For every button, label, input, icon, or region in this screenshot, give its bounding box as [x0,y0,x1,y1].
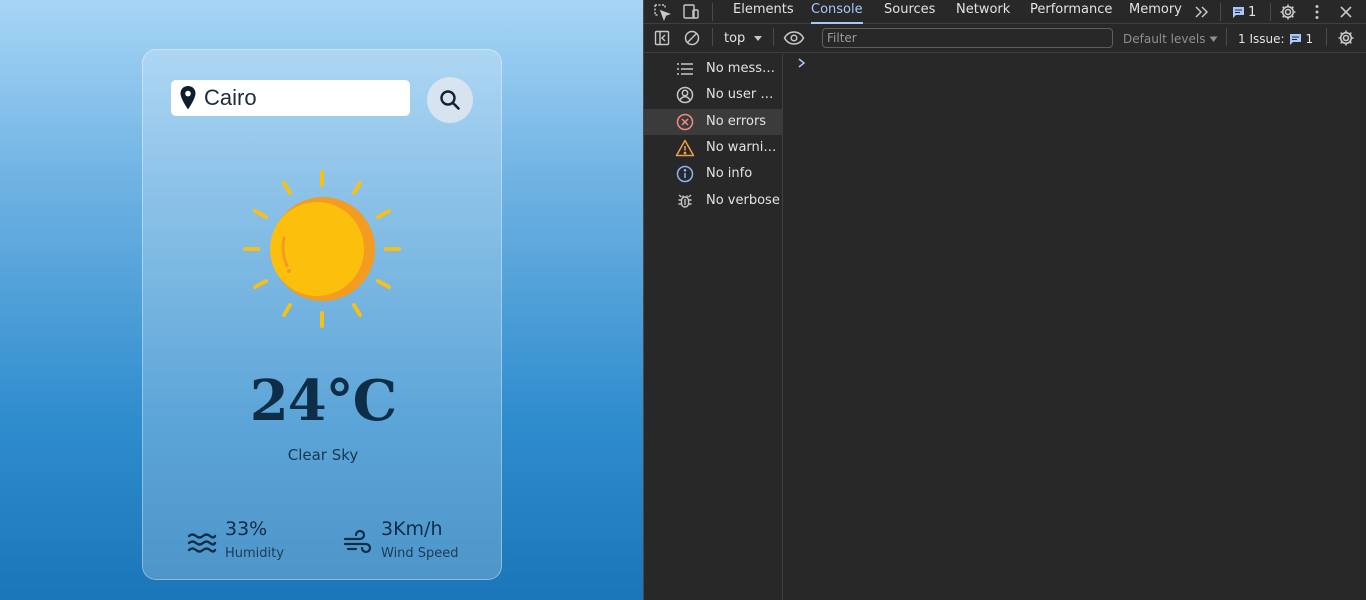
sidebar-item-label: No user messages [706,87,782,102]
toolbar-divider [1226,28,1227,46]
message-icon [1233,6,1244,18]
error-icon [675,113,695,131]
sidebar-item-label: No info [706,166,753,181]
search-icon [440,90,460,110]
live-expression-eye-icon[interactable] [782,28,806,48]
console-sidebar: No messages No user messages No errors N… [644,54,783,600]
devtools-panel: Elements Console Sources Network Perform… [643,0,1366,600]
toolbar-divider [1220,3,1221,21]
message-icon [1289,33,1301,45]
toolbar-divider [773,28,774,46]
sidebar-item-verbose[interactable]: No verbose [644,188,783,214]
tab-memory[interactable]: Memory [1129,0,1182,24]
console-filter-input[interactable] [822,28,1113,48]
issues-counter[interactable]: 1 Issue: 1 [1238,29,1313,49]
search-button[interactable] [427,77,473,123]
weather-description: Clear Sky [287,446,359,464]
device-toolbar-icon[interactable] [681,2,701,22]
toolbar-divider [712,3,713,21]
tab-network[interactable]: Network [956,0,1010,24]
weather-card: 24°C Clear Sky 33% Humidity 3Km [142,49,502,580]
warning-icon [675,139,695,157]
console-settings-gear-icon[interactable] [1336,28,1356,48]
sidebar-item-user-messages[interactable]: No user messages [644,82,783,108]
toolbar-divider [1326,28,1327,46]
humidity-value: 33% [225,518,268,540]
sidebar-item-label: No verbose [706,193,780,208]
sidebar-item-label: No messages [706,61,782,76]
settings-gear-icon[interactable] [1278,2,1298,22]
tab-sources[interactable]: Sources [884,0,935,24]
log-levels-dropdown[interactable]: Default levels [1123,29,1218,49]
sidebar-item-messages[interactable]: No messages [644,56,783,82]
user-icon [675,86,695,104]
close-icon[interactable] [1336,2,1356,22]
clear-console-icon[interactable] [682,28,702,48]
console-prompt-chevron-icon[interactable] [796,56,808,70]
search-box[interactable] [171,80,410,116]
sidebar-item-label: No errors [706,114,767,129]
sidebar-item-label: No warnings [706,140,782,155]
more-tabs-icon[interactable] [1192,2,1212,22]
kebab-menu-icon[interactable] [1307,2,1327,22]
dropdown-arrow-icon [754,36,763,41]
issues-badge-count: 1 [1248,4,1257,20]
devtools-tabbar: Elements Console Sources Network Perform… [644,0,1366,24]
weather-app-viewport: 24°C Clear Sky 33% Humidity 3Km [0,0,643,600]
wind-label: Wind Speed [381,546,459,561]
waves-icon [187,533,217,553]
humidity-label: Humidity [225,546,284,561]
tab-performance[interactable]: Performance [1030,0,1112,24]
toolbar-divider [712,28,713,46]
issues-badge[interactable]: 1 [1232,2,1256,22]
sidebar-item-warnings[interactable]: No warnings [644,135,783,161]
list-icon [675,60,695,78]
dropdown-arrow-icon [1209,36,1218,42]
context-selector[interactable]: top [724,29,763,49]
inspect-element-icon[interactable] [652,2,672,22]
wind-icon [343,530,372,554]
sun-icon [243,170,401,328]
issues-count: 1 [1305,32,1314,46]
log-levels-label: Default levels [1123,32,1206,46]
bug-icon [675,192,695,210]
city-search-input[interactable] [204,83,404,113]
wind-value: 3Km/h [381,518,443,540]
console-toolbar: top Default levels 1 Issue: 1 [644,25,1366,53]
issues-label: 1 Issue: [1238,32,1285,46]
info-icon [675,165,695,183]
tab-console[interactable]: Console [811,0,863,24]
context-selector-label: top [724,31,746,46]
tab-elements[interactable]: Elements [733,0,794,24]
map-pin-icon [180,86,196,110]
sidebar-item-errors[interactable]: No errors [644,109,783,135]
toolbar-divider [1270,3,1271,21]
sidebar-toggle-icon[interactable] [652,28,672,48]
temperature-display: 24°C [249,368,398,434]
sidebar-item-info[interactable]: No info [644,161,783,187]
